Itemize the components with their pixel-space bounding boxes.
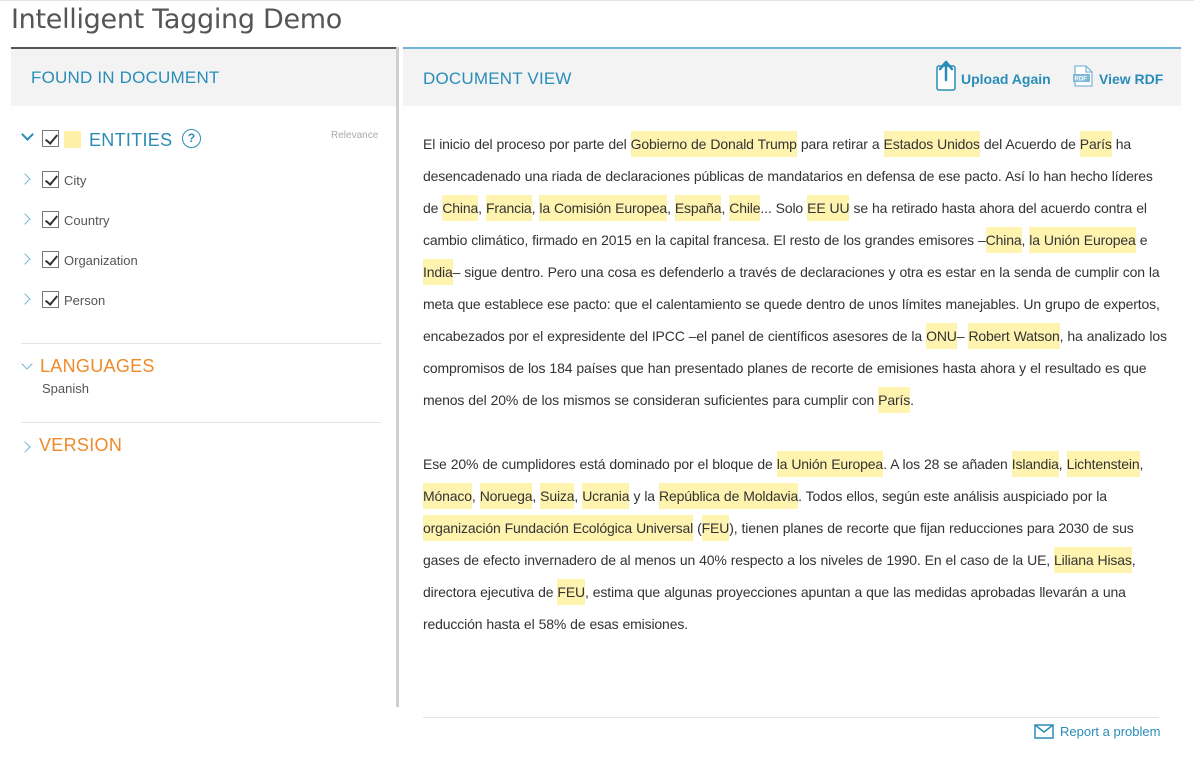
entity-highlight[interactable]: organización Fundación Ecológica Univers…	[423, 515, 693, 541]
entity-highlight[interactable]: Gobierno de Donald Trump	[630, 131, 797, 157]
entity-highlight[interactable]: Islandia	[1011, 451, 1059, 477]
section-divider	[21, 343, 381, 344]
entity-highlight[interactable]: China	[985, 227, 1022, 253]
entity-highlight[interactable]: FEU	[701, 515, 729, 541]
entity-highlight[interactable]: la Comisión Europea	[539, 195, 667, 221]
document-text-run: ... Solo	[760, 200, 808, 216]
person-checkbox[interactable]	[42, 291, 59, 308]
document-text-run: y la	[629, 488, 659, 504]
found-in-document-header: FOUND IN DOCUMENT	[11, 47, 397, 106]
entity-highlight[interactable]: India	[423, 259, 453, 285]
document-text-run: El inicio del proceso por parte del	[423, 136, 631, 152]
panel-divider[interactable]	[396, 47, 399, 707]
document-text-run: ,	[667, 200, 675, 216]
entity-highlight[interactable]: París	[1079, 131, 1112, 157]
entities-label: ENTITIES	[89, 130, 173, 150]
document-text-run: (	[693, 520, 702, 536]
entity-highlight[interactable]: Mónaco	[423, 483, 472, 509]
rdf-file-icon[interactable]: RDF	[1071, 64, 1095, 88]
city-checkbox[interactable]	[42, 171, 59, 188]
svg-text:RDF: RDF	[1075, 77, 1088, 83]
entity-highlight[interactable]: París	[878, 387, 910, 413]
document-text-run: ,	[1058, 456, 1067, 472]
document-view-title: DOCUMENT VIEW	[423, 69, 572, 88]
section-divider	[21, 422, 381, 423]
entity-highlight[interactable]: Liliana Hisas	[1054, 547, 1132, 573]
document-text-run: para retirar a	[796, 136, 884, 152]
entity-highlight[interactable]: República de Moldavia	[658, 483, 798, 509]
entity-highlight[interactable]: Robert Watson	[968, 323, 1060, 349]
found-in-document-title: FOUND IN DOCUMENT	[31, 67, 220, 87]
document-text-run: ,	[1139, 456, 1144, 472]
organization-checkbox[interactable]	[42, 251, 59, 268]
entity-highlight[interactable]: la Unión Europea	[1029, 227, 1136, 253]
footer-divider	[423, 717, 1159, 718]
document-text: El inicio del proceso por parte del Gobi…	[423, 128, 1168, 672]
report-a-problem-link[interactable]: Report a problem	[1034, 724, 1160, 739]
entity-highlight[interactable]: Francia	[485, 195, 532, 221]
document-text-run: .	[910, 392, 914, 408]
document-text-run: e	[1135, 232, 1148, 248]
document-text-run: . A los 28 se añaden	[883, 456, 1012, 472]
entity-highlight[interactable]: Lichtenstein	[1066, 451, 1140, 477]
entity-highlight[interactable]: EE UU	[807, 195, 850, 221]
entity-type-person[interactable]: Person	[64, 293, 105, 308]
document-text-run: . Todos ellos, según este análisis auspi…	[798, 488, 1107, 504]
languages-label[interactable]: LANGUAGES	[40, 356, 155, 377]
document-paragraph-1: El inicio del proceso por parte del Gobi…	[423, 128, 1168, 416]
upload-again-button[interactable]: Upload Again	[961, 71, 1051, 87]
entities-color-swatch	[64, 131, 81, 148]
entity-highlight[interactable]: Estados Unidos	[883, 131, 980, 157]
document-text-run: ,	[532, 488, 541, 504]
entity-type-organization[interactable]: Organization	[64, 253, 138, 268]
entity-type-country[interactable]: Country	[64, 213, 110, 228]
document-view-header: DOCUMENT VIEW	[403, 47, 1181, 106]
entity-highlight[interactable]: la Unión Europea	[776, 451, 883, 477]
entities-checkbox[interactable]	[42, 130, 59, 147]
document-text-run: del Acuerdo de	[979, 136, 1080, 152]
entity-highlight[interactable]: España	[674, 195, 722, 221]
document-text-run: Ese 20% de cumplidores está dominado por…	[423, 456, 777, 472]
document-text-run: ,	[478, 200, 486, 216]
entity-highlight[interactable]: China	[442, 195, 478, 221]
version-label[interactable]: VERSION	[39, 435, 122, 456]
view-rdf-button[interactable]: View RDF	[1099, 71, 1163, 87]
help-icon[interactable]: ?	[182, 129, 201, 148]
entity-highlight[interactable]: ONU	[926, 323, 957, 349]
entity-highlight[interactable]: Suiza	[540, 483, 575, 509]
language-value: Spanish	[42, 381, 89, 396]
entity-highlight[interactable]: FEU	[557, 579, 585, 605]
upload-icon[interactable]	[934, 60, 958, 92]
document-paragraph-2: Ese 20% de cumplidores está dominado por…	[423, 448, 1168, 640]
document-text-run: ,	[471, 488, 480, 504]
entity-type-city[interactable]: City	[64, 173, 86, 188]
envelope-icon	[1034, 724, 1054, 739]
entity-highlight[interactable]: Ucrania	[582, 483, 630, 509]
relevance-label: Relevance	[331, 130, 379, 141]
entity-highlight[interactable]: Chile	[729, 195, 761, 221]
entity-highlight[interactable]: Noruega	[479, 483, 533, 509]
app-title: Intelligent Tagging Demo	[11, 4, 343, 35]
report-a-problem-label: Report a problem	[1060, 724, 1161, 739]
country-checkbox[interactable]	[42, 211, 59, 228]
document-text-run: –	[956, 328, 969, 344]
